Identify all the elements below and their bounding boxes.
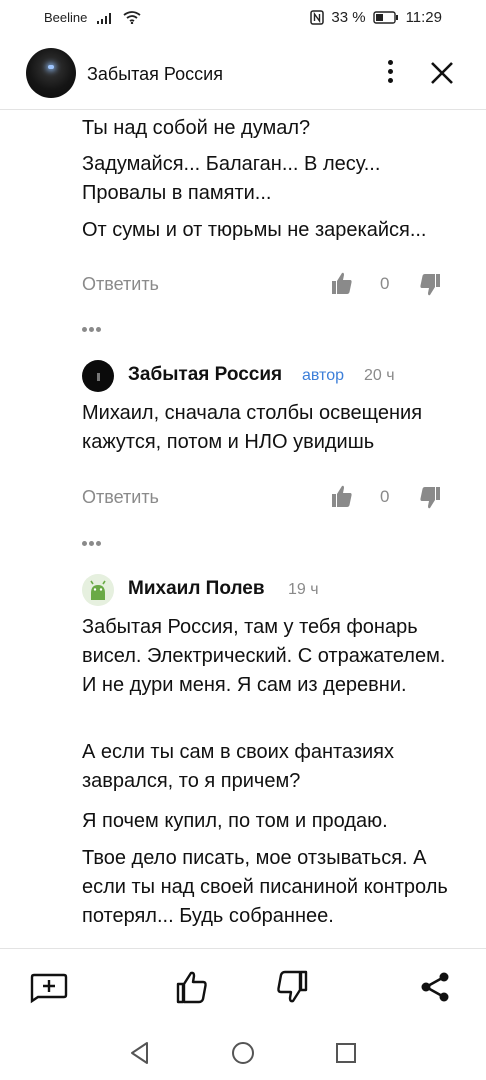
comment-paragraph: От сумы и от тюрьмы не зарекайся... (82, 219, 427, 241)
comment-author[interactable]: Михаил Полев (128, 578, 265, 600)
comment-paragraph: Ты над собой не думал? (82, 117, 311, 139)
like-icon[interactable] (172, 969, 212, 1005)
more-options-icon[interactable] (82, 319, 106, 332)
nfc-icon (310, 10, 325, 25)
avatar[interactable] (82, 574, 114, 606)
battery-icon (372, 11, 398, 24)
comments-feed[interactable]: Ты над собой не думал? Задумайся... Бала… (0, 110, 486, 948)
wifi-icon (123, 11, 141, 24)
recents-icon[interactable] (333, 1040, 359, 1066)
channel-avatar[interactable] (26, 48, 76, 98)
dislike-icon[interactable] (418, 272, 442, 298)
bottom-action-bar (0, 948, 486, 1024)
comment-time: 20 ч (364, 367, 395, 384)
comment-paragraph: Забытая Россия, там у тебя фонарь висел.… (82, 616, 446, 696)
comment-paragraph: Твое дело писать, мое отзываться. А если… (82, 847, 448, 927)
kebab-menu-icon[interactable] (378, 56, 402, 92)
comment-actions: Ответить 0 (82, 270, 452, 300)
comment-paragraph: Я почем купил, по том и продаю. (82, 810, 388, 832)
more-options-icon[interactable] (82, 533, 106, 546)
signal-icon (97, 12, 112, 24)
like-icon[interactable] (330, 270, 354, 296)
comment-paragraph: А если ты сам в своих фантазиях заврался… (82, 741, 395, 792)
comment-header: Забытая Россия автор 20 ч (82, 360, 472, 394)
avatar[interactable] (82, 360, 114, 392)
carrier-name: Beeline (44, 10, 88, 25)
reply-button[interactable]: Ответить (82, 487, 159, 508)
system-nav-bar (0, 1024, 486, 1080)
dislike-icon[interactable] (418, 485, 442, 511)
share-icon[interactable] (416, 969, 456, 1005)
comment-author[interactable]: Забытая Россия (128, 364, 282, 386)
close-icon[interactable] (428, 59, 456, 87)
dislike-icon[interactable] (272, 969, 312, 1005)
channel-header: Забытая Россия (0, 38, 486, 110)
reply-button[interactable]: Ответить (82, 274, 159, 295)
author-badge: автор (302, 367, 344, 384)
like-icon[interactable] (330, 483, 354, 509)
status-bar: Beeline 33 % 11:29 (0, 0, 486, 36)
back-icon[interactable] (127, 1040, 153, 1066)
clock: 11:29 (405, 9, 442, 26)
comment-actions: Ответить 0 (82, 483, 452, 513)
comment-header: Михаил Полев 19 ч (82, 574, 472, 608)
like-count: 0 (380, 274, 390, 293)
battery-percent: 33 % (331, 9, 366, 26)
home-icon[interactable] (230, 1040, 256, 1066)
comment-paragraph: Задумайся... Балаган... В лесу... Провал… (82, 153, 381, 204)
like-count: 0 (380, 487, 390, 506)
comment-paragraph: Михаил, сначала столбы освещения кажутся… (82, 402, 423, 453)
comment-time: 19 ч (288, 581, 319, 598)
add-comment-icon[interactable] (28, 969, 68, 1005)
channel-title[interactable]: Забытая Россия (87, 64, 223, 85)
